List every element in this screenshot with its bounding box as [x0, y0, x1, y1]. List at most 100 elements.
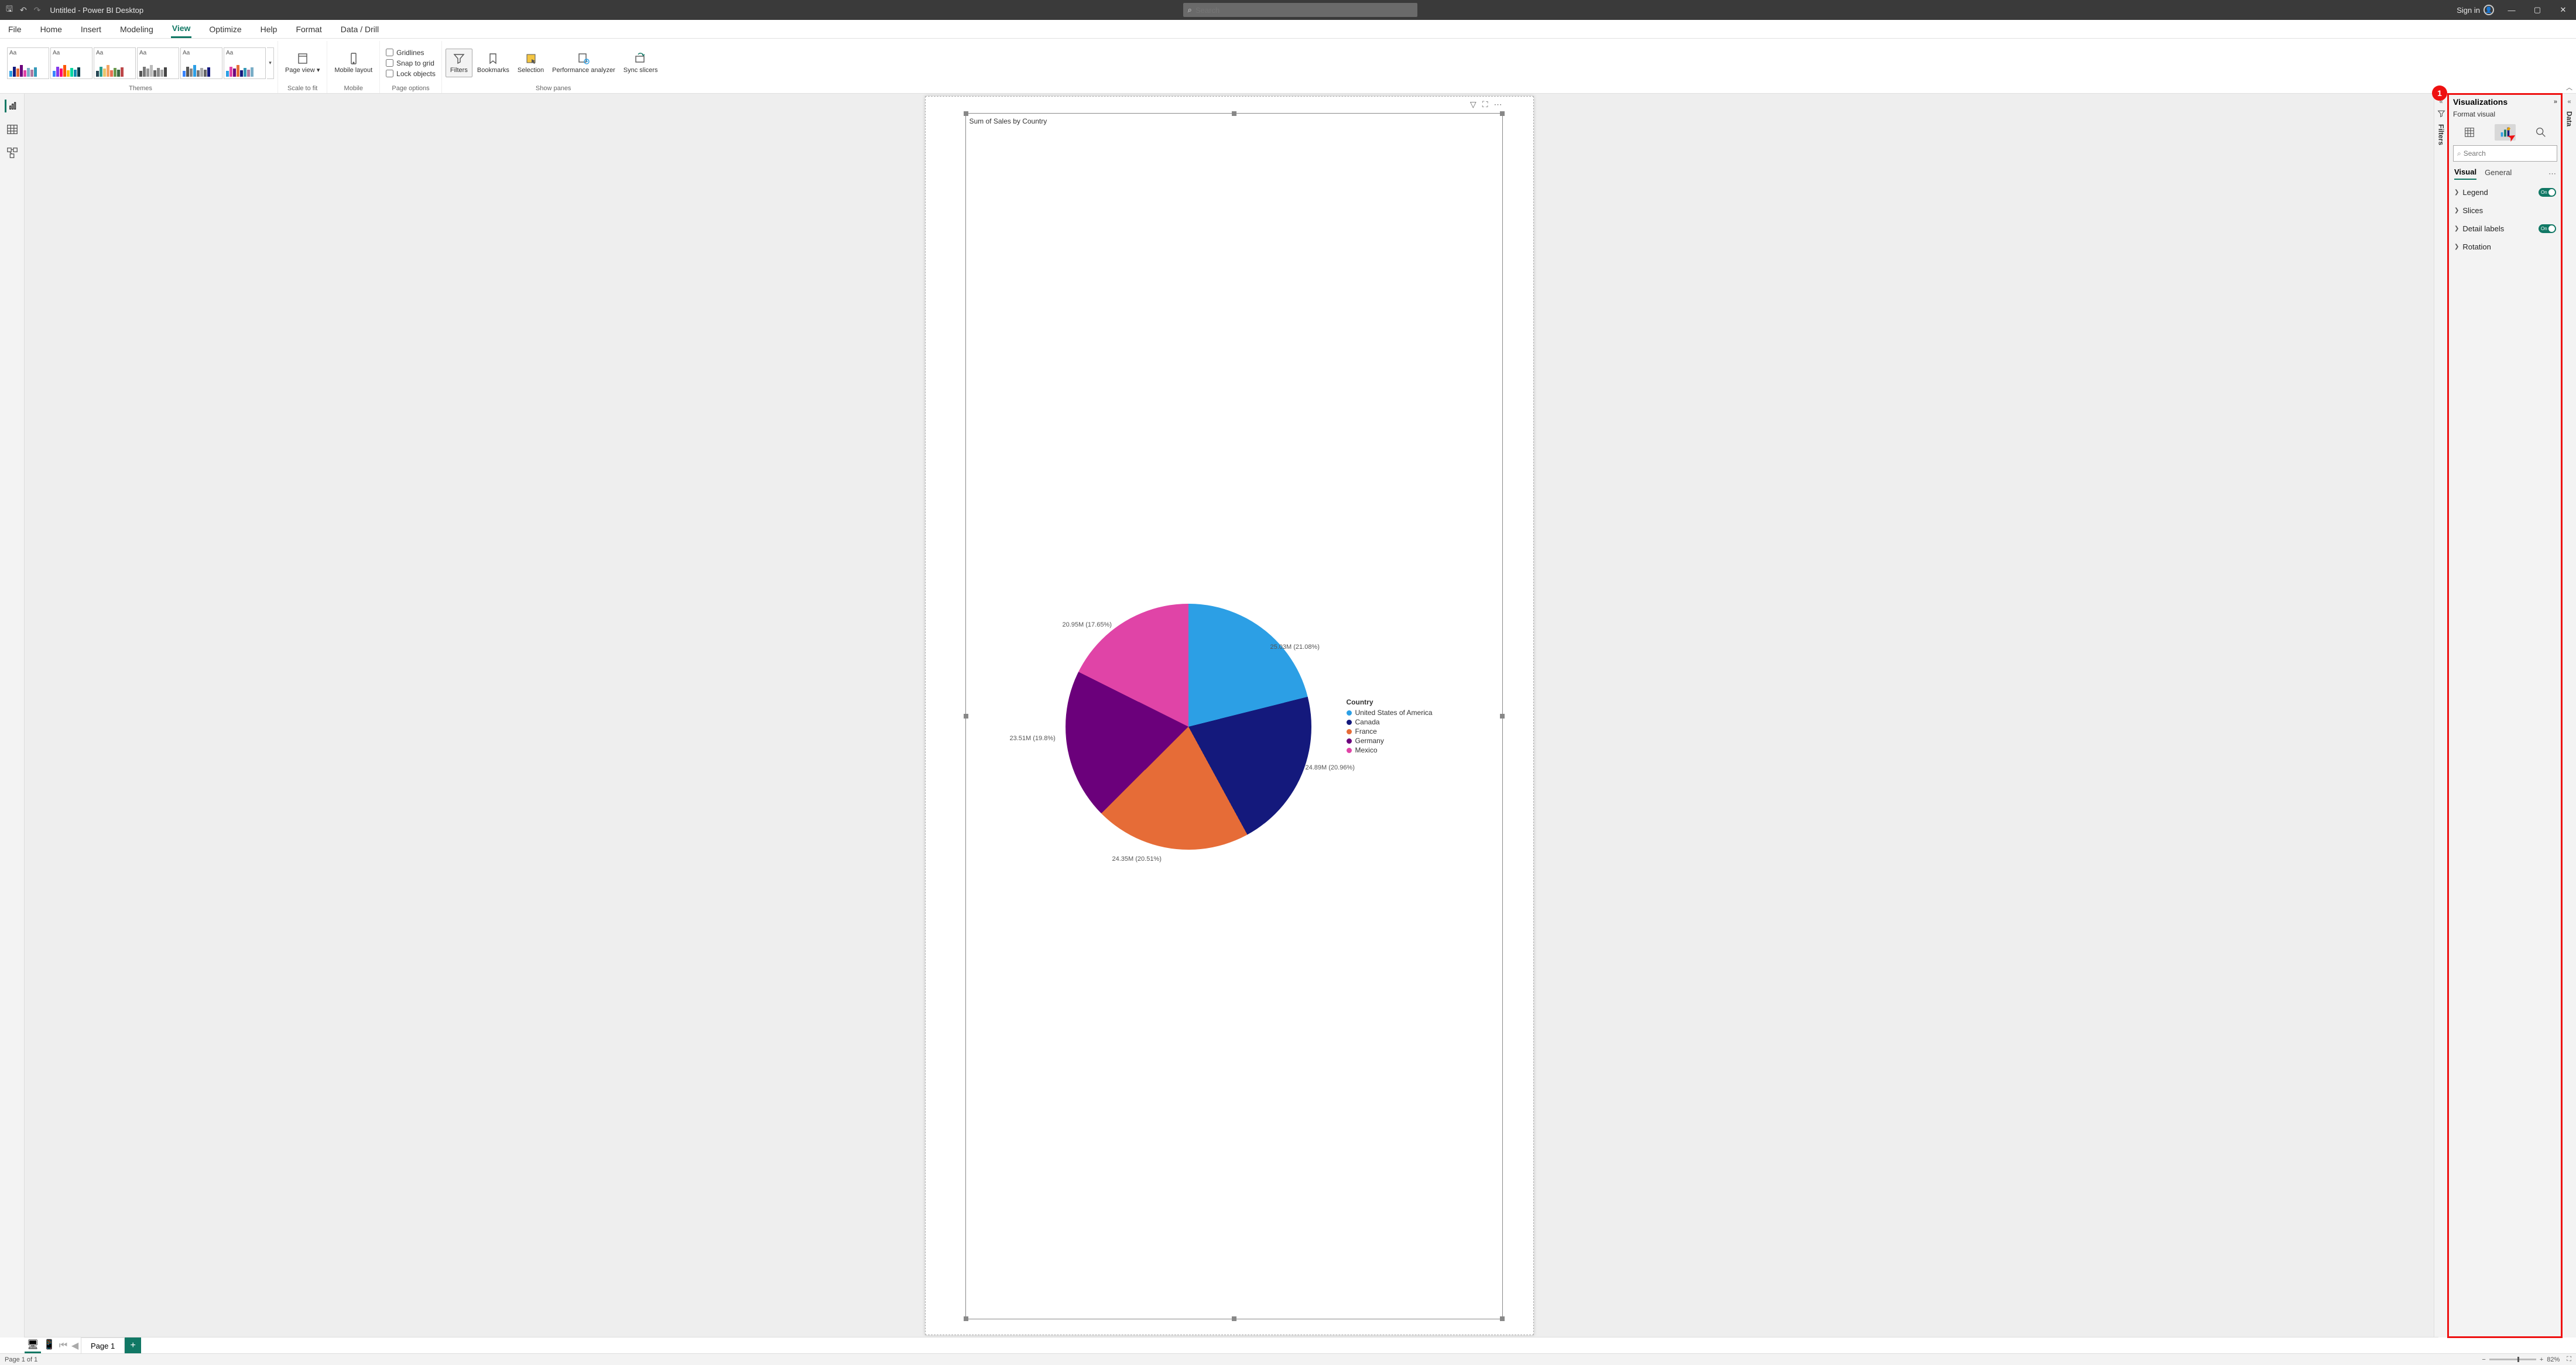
- data-label-canada: 24.89M (20.96%): [1306, 764, 1355, 771]
- tab-insert[interactable]: Insert: [80, 21, 102, 37]
- zoom-out-button[interactable]: −: [2482, 1356, 2485, 1363]
- filters-pane-collapsed[interactable]: « Filters: [2434, 94, 2448, 1337]
- minimize-button[interactable]: —: [2503, 6, 2520, 15]
- pane-title: Visualizations: [2453, 97, 2508, 107]
- chevron-right-icon: ❯: [2454, 244, 2459, 250]
- save-icon[interactable]: 🖫: [6, 3, 13, 17]
- analytics-tab[interactable]: [2530, 124, 2551, 141]
- format-slices[interactable]: ❯Slices: [2451, 201, 2560, 220]
- detail-labels-toggle[interactable]: On: [2539, 224, 2556, 233]
- report-page[interactable]: ▽ ⛶ ⋯ Sum of Sales by Country 25.03M (21…: [925, 96, 1534, 1335]
- pie-visual[interactable]: ▽ ⛶ ⋯ Sum of Sales by Country 25.03M (21…: [965, 113, 1503, 1319]
- tab-modeling[interactable]: Modeling: [119, 21, 155, 37]
- report-view-icon[interactable]: [5, 100, 18, 112]
- tab-help[interactable]: Help: [259, 21, 279, 37]
- tab-view[interactable]: View: [171, 20, 192, 38]
- mobile-icon: [347, 52, 361, 66]
- mobile-layout-icon[interactable]: 📱: [41, 1337, 57, 1353]
- selection-icon: [524, 52, 538, 66]
- data-label-usa: 25.03M (21.08%): [1270, 644, 1320, 651]
- close-button[interactable]: ✕: [2555, 5, 2571, 15]
- visual-focus-icon[interactable]: ⛶: [1482, 100, 1488, 110]
- page-view-icon: [296, 52, 310, 66]
- zoom-in-button[interactable]: +: [2540, 1356, 2543, 1363]
- filters-pane-button[interactable]: Filters: [446, 49, 472, 77]
- fit-to-page-icon[interactable]: ⛶: [2567, 1356, 2571, 1363]
- tab-format[interactable]: Format: [294, 21, 323, 37]
- mobile-layout-button[interactable]: Mobile layout: [331, 49, 376, 76]
- canvas[interactable]: ▽ ⛶ ⋯ Sum of Sales by Country 25.03M (21…: [25, 94, 2434, 1337]
- performance-icon: [577, 52, 591, 66]
- page-nav-prev-icon[interactable]: ◀: [69, 1340, 81, 1352]
- theme-dropdown[interactable]: ▾: [267, 47, 274, 79]
- funnel-icon: [452, 52, 466, 66]
- redo-icon[interactable]: ↷: [34, 5, 41, 15]
- funnel-icon: [2437, 109, 2446, 118]
- expand-pane-icon[interactable]: »: [2554, 98, 2557, 105]
- theme-option-5[interactable]: Aa: [180, 47, 222, 79]
- resize-handle[interactable]: [964, 111, 968, 116]
- visual-more-icon[interactable]: ⋯: [1494, 100, 1502, 110]
- format-legend[interactable]: ❯LegendOn: [2451, 183, 2560, 201]
- undo-icon[interactable]: ↶: [20, 5, 27, 15]
- collapse-ribbon-icon[interactable]: ︿: [2566, 83, 2572, 92]
- tab-data-drill[interactable]: Data / Drill: [340, 21, 380, 37]
- lock-objects-checkbox[interactable]: Lock objects: [386, 70, 436, 78]
- search-input[interactable]: [1195, 6, 1413, 15]
- visual-title: Sum of Sales by Country: [970, 117, 1047, 125]
- data-label-france: 24.35M (20.51%): [1112, 856, 1162, 863]
- tab-home[interactable]: Home: [39, 21, 63, 37]
- pie-chart[interactable]: 25.03M (21.08%) 24.89M (20.96%) 24.35M (…: [1066, 604, 1311, 850]
- data-label-germany: 23.51M (19.8%): [1010, 735, 1056, 742]
- tab-optimize[interactable]: Optimize: [208, 21, 242, 37]
- selection-pane-button[interactable]: Selection: [514, 49, 547, 76]
- gridlines-checkbox[interactable]: Gridlines: [386, 49, 436, 57]
- data-pane-collapsed[interactable]: « Data: [2562, 94, 2576, 1337]
- add-page-button[interactable]: +: [125, 1337, 141, 1353]
- paintbrush-icon: [2499, 126, 2512, 139]
- snap-to-grid-checkbox[interactable]: Snap to grid: [386, 59, 436, 67]
- sign-in-button[interactable]: Sign in 👤: [2457, 5, 2494, 15]
- format-tabs-more-icon[interactable]: ⋯: [2548, 169, 2556, 179]
- legend-item[interactable]: Canada: [1347, 718, 1433, 726]
- user-icon: 👤: [2483, 5, 2494, 15]
- analytics-icon: [2534, 126, 2547, 139]
- model-view-icon[interactable]: [6, 146, 19, 159]
- resize-handle[interactable]: [1232, 111, 1236, 116]
- format-detail-labels[interactable]: ❯Detail labelsOn: [2451, 220, 2560, 238]
- sync-slicers-button[interactable]: Sync slicers: [620, 49, 662, 76]
- format-visual-tab[interactable]: ➤: [2495, 124, 2516, 141]
- data-view-icon[interactable]: [6, 123, 19, 136]
- legend-item[interactable]: Mexico: [1347, 746, 1433, 754]
- maximize-button[interactable]: ▢: [2529, 5, 2546, 15]
- legend-item[interactable]: Germany: [1347, 737, 1433, 745]
- resize-handle[interactable]: [1500, 111, 1505, 116]
- legend-item[interactable]: France: [1347, 727, 1433, 735]
- theme-option-6[interactable]: Aa: [224, 47, 266, 79]
- global-search[interactable]: ⌕: [1183, 3, 1417, 17]
- visual-filter-icon[interactable]: ▽: [1470, 100, 1477, 110]
- desktop-layout-icon[interactable]: 🖥: [25, 1337, 41, 1353]
- format-search[interactable]: ⌕: [2453, 145, 2557, 162]
- performance-analyzer-button[interactable]: Performance analyzer: [549, 49, 619, 76]
- page-tab-1[interactable]: Page 1: [81, 1337, 125, 1353]
- page-nav-first-icon[interactable]: ⏮: [57, 1340, 69, 1351]
- legend-toggle[interactable]: On: [2539, 188, 2556, 197]
- left-nav: [0, 94, 25, 1337]
- legend-item[interactable]: United States of America: [1347, 709, 1433, 717]
- format-search-input[interactable]: [2464, 149, 2554, 158]
- theme-option-2[interactable]: Aa: [50, 47, 93, 79]
- chevron-right-icon: ❯: [2454, 189, 2459, 196]
- theme-option-4[interactable]: Aa: [137, 47, 179, 79]
- tab-file[interactable]: File: [7, 21, 23, 37]
- format-rotation[interactable]: ❯Rotation: [2451, 238, 2560, 256]
- format-tab-visual[interactable]: Visual: [2454, 167, 2476, 180]
- build-visual-tab[interactable]: [2459, 124, 2480, 141]
- bookmarks-pane-button[interactable]: Bookmarks: [474, 49, 513, 76]
- theme-option-1[interactable]: Aa: [7, 47, 49, 79]
- format-tab-general[interactable]: General: [2485, 168, 2512, 179]
- zoom-slider[interactable]: [2489, 1359, 2536, 1360]
- page-view-button[interactable]: Page view ▾: [282, 49, 323, 76]
- search-icon: ⌕: [1188, 5, 1192, 15]
- theme-option-3[interactable]: Aa: [94, 47, 136, 79]
